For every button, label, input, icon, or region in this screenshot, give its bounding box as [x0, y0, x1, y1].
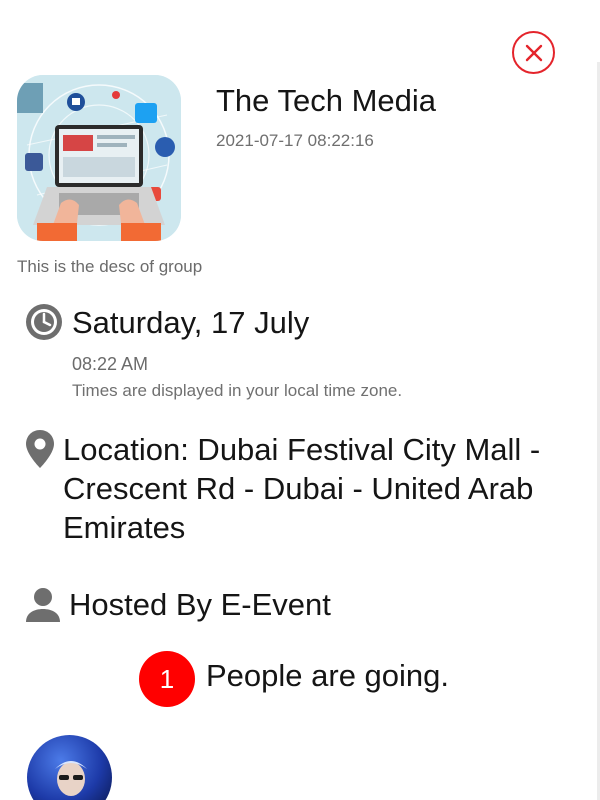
group-description: This is the desc of group	[17, 257, 203, 276]
close-button[interactable]	[512, 31, 555, 74]
event-location: Location: Dubai Festival City Mall - Cre…	[63, 432, 541, 545]
close-icon	[525, 44, 542, 61]
group-image	[17, 75, 181, 241]
location-pin-icon	[26, 430, 54, 468]
group-title: The Tech Media	[216, 83, 436, 118]
group-timestamp: 2021-07-17 08:22:16	[216, 131, 374, 150]
person-icon	[26, 588, 60, 622]
timezone-note: Times are displayed in your local time z…	[72, 381, 403, 400]
going-count-badge: 1	[139, 651, 195, 707]
event-time: 08:22 AM	[72, 354, 149, 374]
event-date: Saturday, 17 July	[72, 305, 310, 340]
going-label: People are going.	[206, 658, 450, 693]
event-detail-screen: The Tech Media 2021-07-17 08:22:16 This …	[0, 0, 600, 800]
attendee-avatar[interactable]	[27, 735, 112, 800]
event-host: Hosted By E-Event	[69, 587, 331, 622]
clock-icon	[26, 304, 62, 340]
